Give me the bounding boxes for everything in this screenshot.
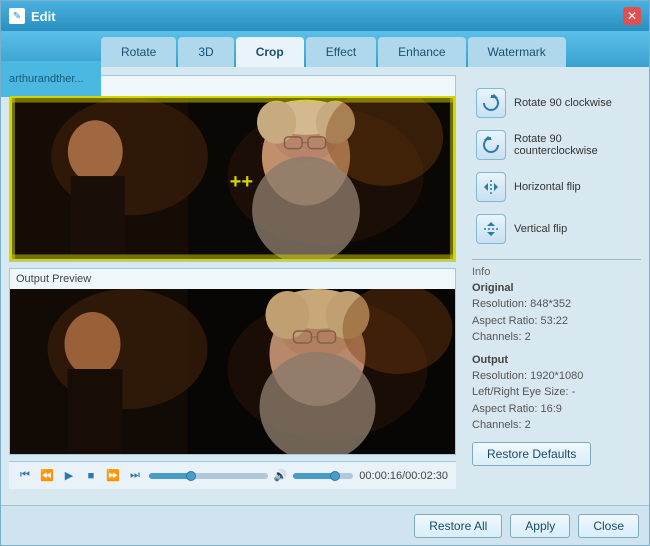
skip-back-button[interactable]: ⏮	[17, 469, 33, 482]
output-preview-label: Output Preview	[10, 269, 455, 289]
info-section: Info Original Resolution: 848*352 Aspect…	[472, 259, 641, 466]
apply-button[interactable]: Apply	[510, 514, 570, 538]
progress-fill	[149, 473, 191, 479]
rotate-ccw-button[interactable]: Rotate 90 counterclockwise	[472, 127, 641, 163]
original-aspect: Aspect Ratio: 53:22	[472, 313, 641, 330]
main-content: Original Preview	[1, 67, 649, 505]
tab-enhance[interactable]: Enhance	[378, 37, 465, 67]
vertical-flip-label: Vertical flip	[514, 223, 567, 235]
tab-effect[interactable]: Effect	[306, 37, 376, 67]
original-info-title: Original	[472, 282, 641, 294]
play-button[interactable]: ▶	[61, 469, 77, 482]
window-icon: ✎	[9, 8, 25, 24]
output-aspect: Aspect Ratio: 16:9	[472, 401, 641, 418]
original-preview-section: Original Preview	[9, 75, 456, 262]
bottom-bar: Restore All Apply Close	[1, 505, 649, 545]
output-preview-video	[10, 289, 455, 454]
original-info-group: Original Resolution: 848*352 Aspect Rati…	[472, 282, 641, 346]
tab-3d[interactable]: 3D	[178, 37, 233, 67]
step-forward-button[interactable]: ⏩	[105, 469, 121, 482]
window-title: Edit	[31, 9, 623, 24]
crosshair: +	[230, 172, 253, 192]
output-video-scene	[10, 289, 455, 454]
volume-bar[interactable]	[293, 473, 353, 479]
file-tab[interactable]: arthurandther...	[1, 61, 101, 97]
rotate-cw-button[interactable]: Rotate 90 clockwise	[472, 85, 641, 121]
vertical-flip-button[interactable]: Vertical flip	[472, 211, 641, 247]
original-video-scene: +	[12, 98, 453, 259]
playback-controls: ⏮ ⏪ ▶ ■ ⏩ ⏭ 🔊 00:00:16/00:02:30	[9, 461, 456, 489]
time-display: 00:00:16/00:02:30	[359, 470, 448, 482]
tab-bar: arthurandther... Rotate 3D Crop Effect E…	[1, 31, 649, 67]
output-resolution: Resolution: 1920*1080	[472, 368, 641, 385]
original-preview-video: +	[10, 96, 455, 261]
original-resolution: Resolution: 848*352	[472, 296, 641, 313]
output-video-frame	[10, 289, 455, 454]
rotate-ccw-icon	[476, 130, 506, 160]
restore-defaults-button[interactable]: Restore Defaults	[472, 442, 591, 466]
left-panel: Original Preview	[1, 67, 464, 505]
stop-button[interactable]: ■	[83, 470, 99, 482]
horizontal-flip-icon	[476, 172, 506, 202]
edit-window: ✎ Edit ✕ arthurandther... Rotate 3D Crop…	[0, 0, 650, 546]
progress-thumb	[186, 471, 196, 481]
rotate-cw-label: Rotate 90 clockwise	[514, 97, 612, 109]
restore-all-button[interactable]: Restore All	[414, 514, 502, 538]
tabs-container: Rotate 3D Crop Effect Enhance Watermark	[101, 31, 649, 67]
tab-watermark[interactable]: Watermark	[468, 37, 566, 67]
volume-icon: 🔊	[274, 469, 288, 482]
rotate-ccw-label: Rotate 90 counterclockwise	[514, 133, 637, 157]
output-info-group: Output Resolution: 1920*1080 Left/Right …	[472, 354, 641, 434]
output-info-title: Output	[472, 354, 641, 366]
rotate-buttons: Rotate 90 clockwise Rotate 90 counterclo…	[472, 85, 641, 247]
title-bar: ✎ Edit ✕	[1, 1, 649, 31]
close-window-button[interactable]: ✕	[623, 7, 641, 25]
horizontal-flip-label: Horizontal flip	[514, 181, 581, 193]
output-channels: Channels: 2	[472, 417, 641, 434]
tab-crop[interactable]: Crop	[236, 37, 304, 67]
rotate-cw-icon	[476, 88, 506, 118]
volume-thumb	[330, 471, 340, 481]
skip-forward-button[interactable]: ⏭	[127, 469, 143, 482]
progress-bar[interactable]	[149, 473, 268, 479]
tab-rotate[interactable]: Rotate	[101, 37, 176, 67]
volume-fill	[293, 473, 335, 479]
info-title: Info	[472, 266, 641, 278]
horizontal-flip-button[interactable]: Horizontal flip	[472, 169, 641, 205]
original-channels: Channels: 2	[472, 329, 641, 346]
close-button[interactable]: Close	[578, 514, 639, 538]
output-preview-section: Output Preview	[9, 268, 456, 455]
output-leftright: Left/Right Eye Size: -	[472, 384, 641, 401]
right-panel: Rotate 90 clockwise Rotate 90 counterclo…	[464, 67, 649, 505]
step-back-button[interactable]: ⏪	[39, 469, 55, 482]
vertical-flip-icon	[476, 214, 506, 244]
